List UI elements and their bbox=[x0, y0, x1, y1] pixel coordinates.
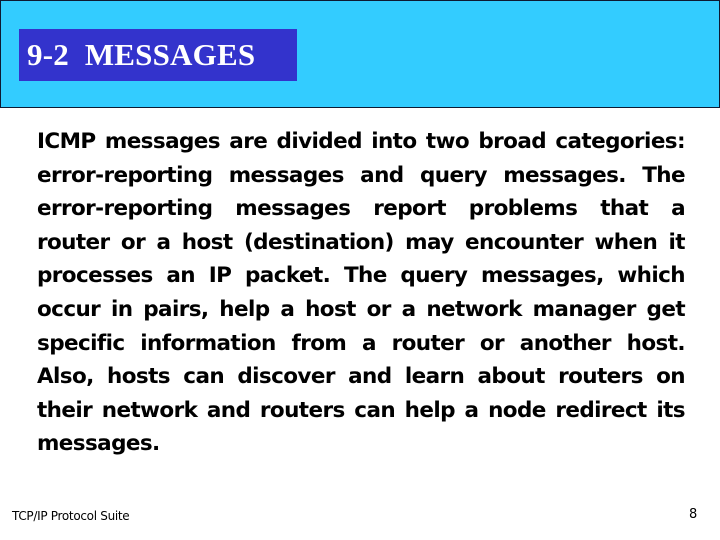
body-paragraph: ICMP messages are divided into two broad… bbox=[37, 129, 686, 457]
page-number: 8 bbox=[689, 507, 698, 522]
footer-source: TCP/IP Protocol Suite bbox=[12, 509, 130, 523]
slide-title: 9-2 MESSAGES bbox=[27, 37, 256, 72]
header-band: 9-2 MESSAGES bbox=[0, 0, 720, 108]
title-box: 9-2 MESSAGES bbox=[19, 29, 297, 81]
